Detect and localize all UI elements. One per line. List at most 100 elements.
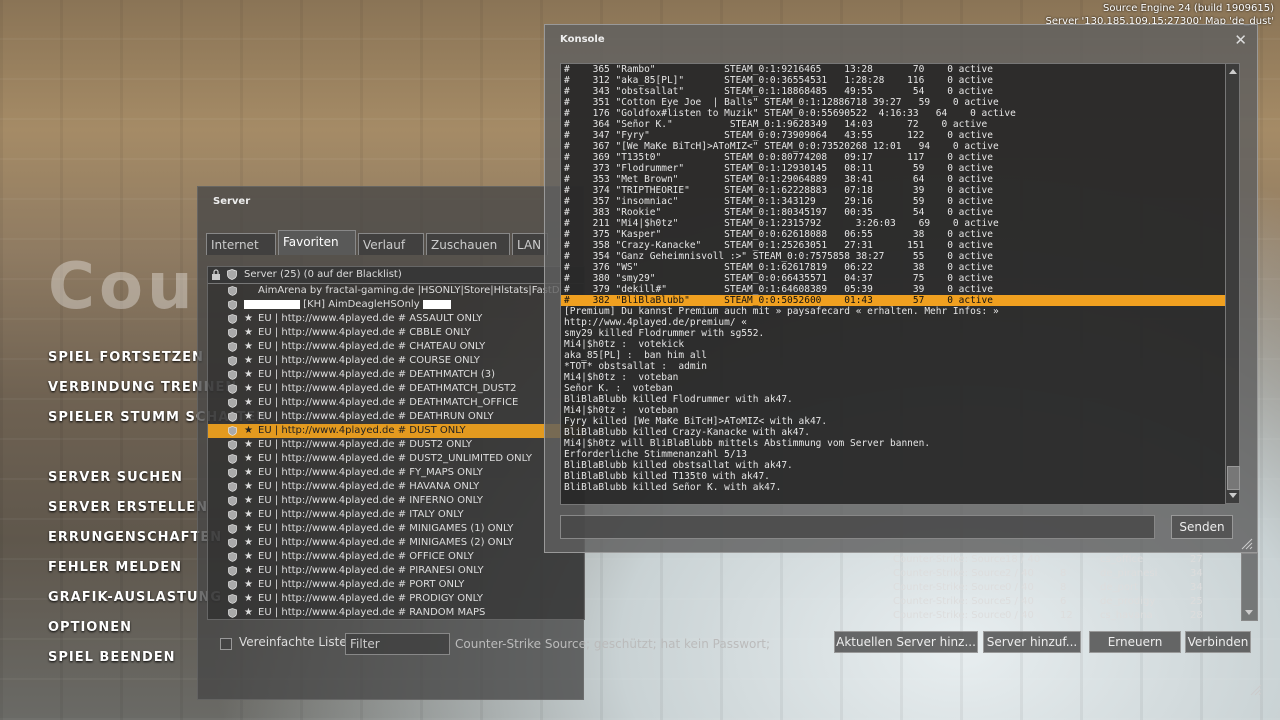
menu-achievements[interactable]: ERRUNGENSCHAFTEN	[48, 530, 222, 545]
scroll-up-arrow-icon[interactable]	[1229, 69, 1237, 74]
menu-resume-game[interactable]: SPIEL FORTSETZEN	[48, 350, 204, 365]
console-line: # 354 "Ganz Geheimnisvoll :>" STEAM_0:0:…	[564, 251, 993, 262]
vac-shield-icon	[228, 510, 237, 520]
scroll-down-arrow-icon[interactable]	[1245, 610, 1253, 615]
server-row[interactable]: ★ EU | http://www.4played.de # MINIGAMES …	[208, 536, 584, 550]
server-row[interactable]: ★ EU | http://www.4played.de # ITALY ONLY	[208, 508, 584, 522]
server-detail-row[interactable]: Counter-Strike: Source 0 / 40 12 cs_havana 2…	[890, 609, 1240, 623]
detail-game: Counter-Strike: Source	[893, 610, 1006, 621]
server-row[interactable]: ★ EU | http://www.4played.de # CHATEAU ON…	[208, 340, 584, 354]
server-row[interactable]: AimArena by fractal-gaming.de |HSONLY|St…	[208, 284, 584, 298]
refresh-button[interactable]: Erneuern	[1089, 631, 1181, 653]
server-list: Server (25) (0 auf der Blacklist) AimAre…	[207, 266, 585, 620]
server-row[interactable]: ★ EU | http://www.4played.de # PRODIGY ON…	[208, 592, 584, 606]
console-line: # 343 "obstsallat" STEAM_0:1:18868485 49…	[564, 86, 993, 97]
close-icon[interactable]: ✕	[1234, 31, 1247, 49]
detail-latency: 27	[1190, 554, 1203, 565]
star-icon: ★	[244, 509, 253, 520]
server-name: AimArena by fractal-gaming.de |HSONLY|St…	[258, 285, 566, 296]
server-browser-window: Server Internet Favoriten Verlauf Zuscha…	[197, 186, 770, 700]
menu-create-server[interactable]: SERVER ERSTELLEN	[48, 500, 208, 515]
menu-find-servers[interactable]: SERVER SUCHEN	[48, 470, 183, 485]
server-detail-row[interactable]: Counter-Strike: Source 18 / 40 cs_office 27	[890, 553, 1240, 567]
menu-options[interactable]: OPTIONEN	[48, 620, 132, 635]
server-row[interactable]: ★ EU | http://www.4played.de # FY_MAPS ON…	[208, 466, 584, 480]
server-row[interactable]: [KH] AimDeagleHSOnly	[208, 298, 584, 312]
console-scroll-thumb[interactable]	[1227, 466, 1240, 490]
console-line: # 374 "TRIPTHEORIE" STEAM_0:1:62228883 0…	[564, 185, 993, 196]
console-line: # 376 "WS" STEAM_0:1:62617819 06:22 38 0…	[564, 262, 993, 273]
server-name: EU | http://www.4played.de # DEATHMATCH_…	[258, 397, 519, 408]
vac-shield-icon	[228, 440, 237, 450]
console-line: # 351 "Cotton Eye Joe | Balls" STEAM_0:1…	[564, 97, 999, 108]
server-row[interactable]: ★ EU | http://www.4played.de # DEATHRUN O…	[208, 410, 584, 424]
menu-report-bug[interactable]: FEHLER MELDEN	[48, 560, 182, 575]
console-line: smy29 killed Flodrummer with sg552.	[564, 328, 765, 339]
menu-graphics-load[interactable]: GRAFIK-AUSLASTUNG	[48, 590, 222, 605]
vac-shield-icon	[228, 412, 237, 422]
server-row[interactable]: ★ EU | http://www.4played.de # MINIGAMES …	[208, 522, 584, 536]
server-row[interactable]: ★ EU | http://www.4played.de # DEATHMATCH…	[208, 368, 584, 382]
tab-internet[interactable]: Internet	[206, 233, 276, 255]
server-name: EU | http://www.4played.de # DEATHRUN ON…	[258, 411, 494, 422]
connect-button[interactable]: Verbinden	[1185, 631, 1251, 653]
server-row[interactable]: ★ EU | http://www.4played.de # CBBLE ONLY	[208, 326, 584, 340]
console-line: # 382 "BliBlaBlubb" STEAM_0:0:5052600 01…	[561, 295, 1226, 306]
server-row[interactable]: ★ EU | http://www.4played.de # ASSAULT ON…	[208, 312, 584, 326]
server-detail-row[interactable]: Counter-Strike: Source 0 / 40 8 de_port 34	[890, 581, 1240, 595]
add-server-button[interactable]: Server hinzuf...	[983, 631, 1081, 653]
server-row[interactable]: ★ EU | http://www.4played.de # HAVANA ONL…	[208, 480, 584, 494]
server-list-header[interactable]: Server (25) (0 auf der Blacklist)	[208, 267, 584, 284]
vac-shield-icon	[228, 454, 237, 464]
scroll-down-arrow-icon[interactable]	[1229, 493, 1237, 498]
filter-input[interactable]	[345, 633, 450, 655]
star-icon: ★	[244, 439, 253, 450]
send-button[interactable]: Senden	[1171, 515, 1233, 539]
vac-shield-icon	[228, 524, 237, 534]
redacted-bar	[244, 299, 300, 309]
tab-favorites[interactable]: Favoriten	[278, 230, 356, 255]
server-row[interactable]: ★ EU | http://www.4played.de # COURSE ONL…	[208, 354, 584, 368]
star-icon: ★	[244, 579, 253, 590]
server-row[interactable]: ★ EU | http://www.4played.de # OFFICE ONL…	[208, 550, 584, 564]
server-row[interactable]: ★ EU | http://www.4played.de # DEATHMATCH…	[208, 382, 584, 396]
tab-lan[interactable]: LAN	[512, 233, 548, 255]
vac-shield-icon	[228, 342, 237, 352]
server-detail-row[interactable]: Counter-Strike: Source 2 / 40 8 de_piranesi…	[890, 567, 1240, 581]
server-name: EU | http://www.4played.de # MINIGAMES (…	[258, 537, 514, 548]
console-resize-grip-icon[interactable]	[1241, 538, 1253, 550]
star-icon: ★	[244, 467, 253, 478]
console-line: # 373 "Flodrummer" STEAM_0:1:12930145 08…	[564, 163, 993, 174]
star-icon: ★	[244, 369, 253, 380]
server-detail-row[interactable]: Counter-Strike: Source 5 / 40 6 de_prodigy 2…	[890, 595, 1240, 609]
server-row[interactable]: ★ EU | http://www.4played.de # INFERNO ON…	[208, 494, 584, 508]
server-row[interactable]: ★ EU | http://www.4played.de # DUST ONLY	[208, 424, 584, 438]
server-row[interactable]: ★ EU | http://www.4played.de # DUST2 ONLY	[208, 438, 584, 452]
server-row[interactable]: ★ EU | http://www.4played.de # DUST2_UNLI…	[208, 452, 584, 466]
server-row[interactable]: ★ EU | http://www.4played.de # RANDOM MAP…	[208, 606, 584, 619]
server-list-scrollbar[interactable]	[1241, 553, 1258, 621]
vac-shield-icon	[228, 398, 237, 408]
vac-shield-icon	[228, 286, 237, 296]
server-row[interactable]: ★ EU | http://www.4played.de # DEATHMATCH…	[208, 396, 584, 410]
tab-spectate[interactable]: Zuschauen	[426, 233, 510, 255]
console-line: Fyry killed [We MaKe BiTcH]>AToMIZ< with…	[564, 416, 828, 427]
window-resize-grip-icon[interactable]	[1250, 684, 1262, 696]
detail-game: Counter-Strike: Source	[893, 554, 1006, 565]
console-line: # 375 "Kasper" STEAM_0:0:62618088 06:55 …	[564, 229, 993, 240]
console-scrollbar[interactable]	[1225, 63, 1240, 504]
server-row[interactable]: ★ EU | http://www.4played.de # PORT ONLY	[208, 578, 584, 592]
tab-history[interactable]: Verlauf	[358, 233, 424, 255]
menu-quit-game[interactable]: SPIEL BEENDEN	[48, 650, 176, 665]
server-row[interactable]: ★ EU | http://www.4played.de # PIRANESI O…	[208, 564, 584, 578]
server-bottom-bar: Vereinfachte Liste Counter-Strike Source…	[217, 633, 770, 657]
server-name: EU | http://www.4played.de # ITALY ONLY	[258, 509, 464, 520]
star-icon: ★	[244, 453, 253, 464]
console-command-input[interactable]	[560, 515, 1155, 539]
star-icon: ★	[244, 481, 253, 492]
server-name: EU | http://www.4played.de # FY_MAPS ONL…	[258, 467, 483, 478]
simple-list-checkbox[interactable]	[220, 638, 232, 650]
server-name: EU | http://www.4played.de # CBBLE ONLY	[258, 327, 471, 338]
add-current-server-button[interactable]: Aktuellen Server hinz...	[834, 631, 978, 653]
server-name: EU | http://www.4played.de # PRODIGY ONL…	[258, 593, 483, 604]
